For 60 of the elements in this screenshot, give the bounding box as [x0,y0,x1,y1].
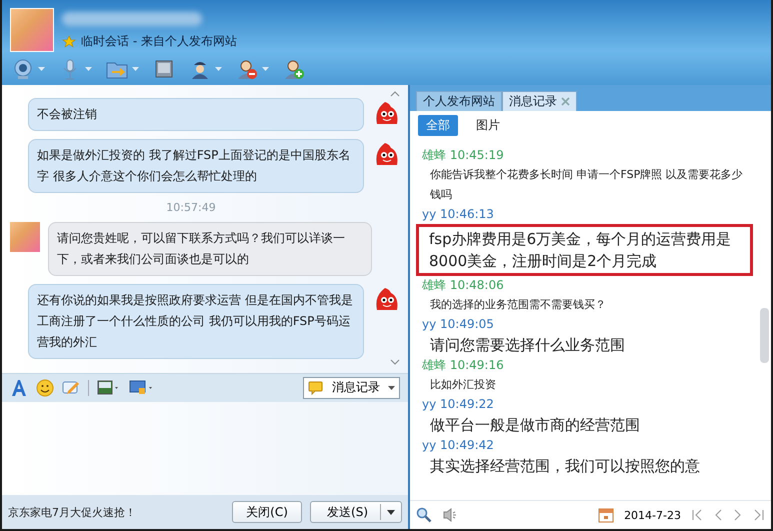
sender-time: 雄蜂 10:49:16 [422,357,505,374]
dropdown-arrow-icon[interactable] [132,67,139,72]
ad-link[interactable]: 京东家电7月大促火速抢！ [8,504,136,520]
first-page-icon[interactable] [691,508,703,522]
message-bubble: 如果是做外汇投资的 我了解过FSP上面登记的是中国股东名字 很多人介意这个你们会怎么帮忙处理的 [28,139,364,194]
sender-time: yy 10:46:13 [422,206,495,223]
calendar-icon[interactable] [598,507,614,523]
message-history-button[interactable]: 消息记录 [303,376,400,399]
session-label: 临时会话 - 来自个人发布网站 [81,33,237,50]
sender-time: yy 10:49:42 [422,437,495,454]
message-input-field[interactable] [2,402,408,496]
filter-tab[interactable]: 图片 [468,115,508,136]
caret-icon [388,386,395,390]
dropdown-arrow-icon[interactable] [262,67,269,72]
message-bubble: 不会被注销 [28,98,364,132]
sender-time: yy 10:49:22 [422,396,495,413]
message-text: 请问您需要选择什么业务范围 [429,335,626,356]
previous-icon[interactable] [713,508,723,522]
font-icon[interactable] [10,378,28,397]
timestamp: 10:57:49 [165,201,217,214]
close-button[interactable]: 关闭(C) [232,501,302,524]
message-bubble: 还有你说的如果我是按照政府要求运营 但是在国内不管我是工商注册了一个什么性质的公司 我仍可以用我的FSP号码运营我的外汇 [28,284,364,360]
caret-icon [387,510,395,515]
star-icon [62,34,76,49]
photo-placeholder [10,8,54,52]
camera-icon[interactable] [12,58,34,80]
search-icon[interactable] [416,507,432,523]
message-text: 比如外汇投资 [429,377,497,393]
message-bubble: 请问您贵姓呢，可以留下联系方式吗？我们可以详谈一下，或者来我们公司面谈也是可以的 [48,222,372,276]
dropdown-arrow-icon[interactable] [215,67,222,72]
last-page-icon[interactable] [753,508,765,522]
filter-tab[interactable]: 全部 [418,115,458,136]
image-icon[interactable] [97,380,121,396]
screenshot-icon[interactable] [129,380,155,396]
tab[interactable]: 消息记录 [502,91,577,111]
remove-user-icon[interactable] [236,58,258,80]
dropdown-arrow-icon[interactable] [85,67,92,72]
message-text: 我的选择的业务范围需不需要钱买？ [429,297,607,313]
chat-bubble-icon [308,380,324,395]
photo-placeholder [10,222,40,252]
add-user-icon[interactable] [283,58,305,80]
date-label: 2014-7-23 [624,508,681,522]
send-button[interactable]: 发送(S) [310,501,402,524]
sender-time: 雄蜂 10:45:19 [422,147,505,164]
smiley-icon[interactable] [36,378,54,397]
monitor-icon[interactable] [153,58,175,80]
tab[interactable]: 个人发布网站 [416,91,502,111]
note-pencil-icon[interactable] [62,378,80,397]
sender-time: 雄蜂 10:48:06 [422,277,505,294]
highlighted-message: fsp办牌费用是6万美金，每个月的运营费用是8000美金，注册时间是2个月完成 [416,224,753,276]
dropdown-arrow-icon[interactable] [38,67,45,72]
scroll-up-icon[interactable] [390,91,400,97]
message-text: 你能告诉我整个花费多长时间 申请一个FSP牌照 以及需要花多少钱吗 [429,167,744,203]
sender-time: yy 10:49:05 [422,316,495,333]
close-icon[interactable] [561,97,570,106]
next-icon[interactable] [733,508,743,522]
scroll-down-icon[interactable] [390,359,400,366]
speaker-icon[interactable] [442,507,458,523]
message-text: 做平台一般是做市商的经营范围 [429,415,641,436]
message-text: 其实选择经营范围，我们可以按照您的意 [429,456,701,477]
